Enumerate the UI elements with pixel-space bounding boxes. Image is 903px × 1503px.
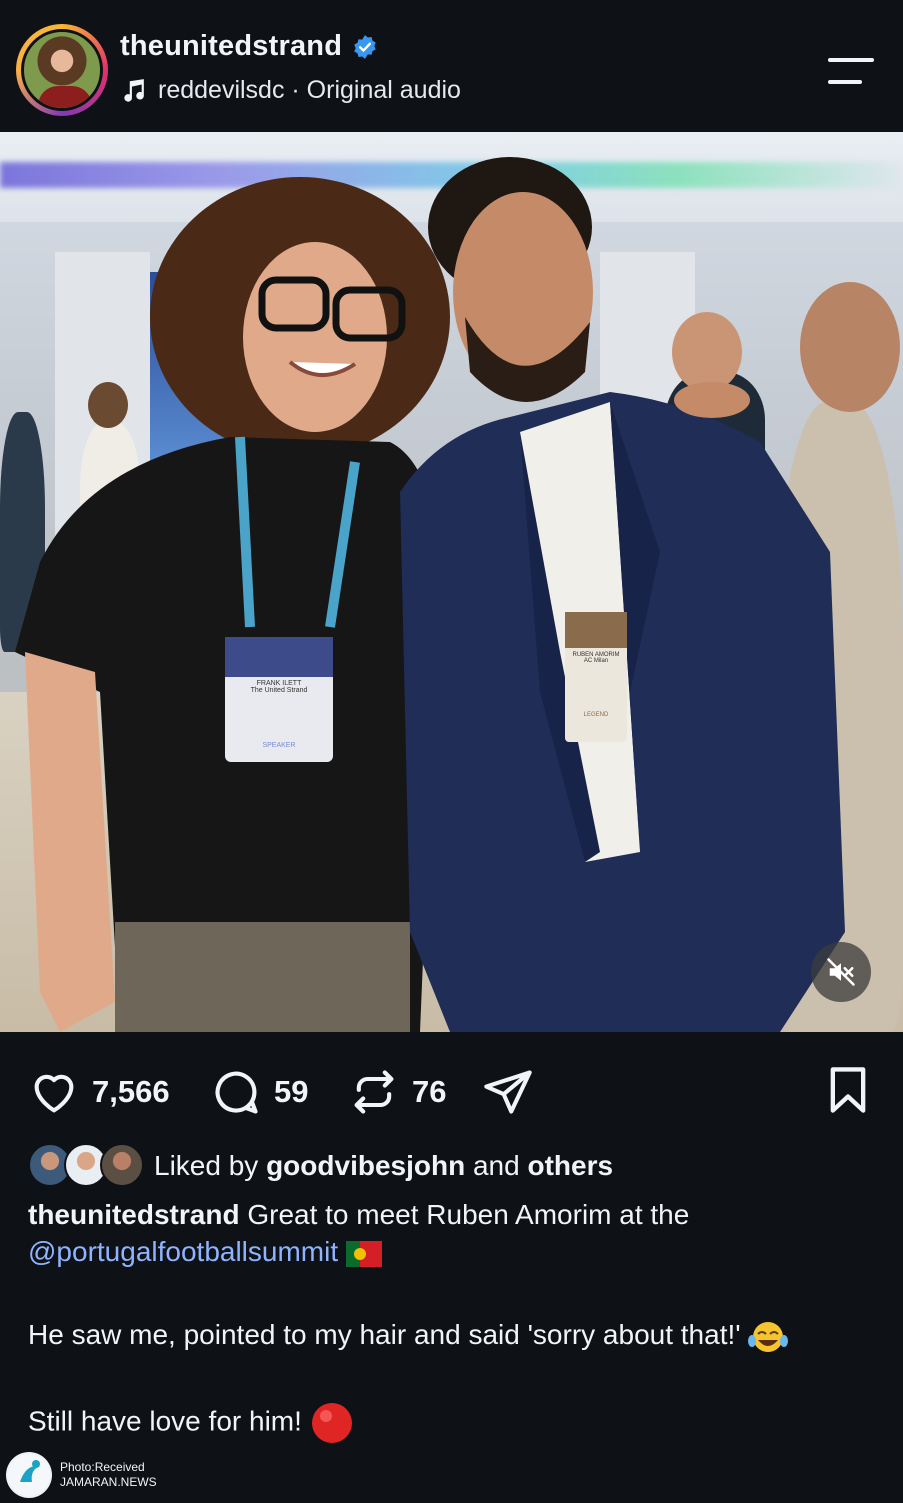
share-button[interactable] xyxy=(482,1066,534,1118)
post-caption: theunitedstrand Great to meet Ruben Amor… xyxy=(28,1196,878,1445)
liker-avatars xyxy=(28,1143,144,1189)
action-bar: 7,566 59 76 xyxy=(0,1040,903,1140)
repost-count: 76 xyxy=(412,1074,447,1109)
profile-avatar[interactable] xyxy=(16,24,108,116)
liked-by-others[interactable]: others xyxy=(527,1150,613,1181)
like-button[interactable]: 7,566 xyxy=(28,1066,170,1118)
liked-by-user[interactable]: goodvibesjohn xyxy=(266,1150,465,1181)
caption-paragraph-3: Still have love for him! xyxy=(28,1405,302,1436)
audio-row[interactable]: reddevilsdc · Original audio xyxy=(120,76,461,105)
post-photo[interactable]: FRANK ILETT The United Strand SPEAKER RU… xyxy=(0,132,903,1032)
post-header: theunitedstrand reddevilsdc · Original a… xyxy=(0,0,903,132)
bookmark-icon[interactable] xyxy=(822,1064,874,1116)
liker-avatar xyxy=(100,1143,144,1187)
caption-paragraph-2: He saw me, pointed to my hair and said '… xyxy=(28,1319,741,1350)
heart-icon xyxy=(34,1074,74,1113)
repost-icon xyxy=(354,1070,394,1114)
speaker-muted-icon xyxy=(827,958,855,986)
guest-badge-role: LEGEND xyxy=(583,712,609,718)
watermark-line1: Photo:Received xyxy=(60,1460,145,1474)
caption-text: Great to meet Ruben Amorim at the xyxy=(239,1199,690,1230)
repost-button[interactable]: 76 xyxy=(348,1066,446,1118)
red-circle-icon xyxy=(311,1402,352,1443)
username[interactable]: theunitedstrand xyxy=(120,30,342,63)
menu-icon[interactable] xyxy=(826,54,878,88)
send-icon xyxy=(484,1070,532,1114)
guest-badge: RUBEN AMORIM AC Milan LEGEND xyxy=(567,652,625,718)
like-count: 7,566 xyxy=(92,1074,170,1109)
verified-badge-icon xyxy=(354,34,376,59)
liked-by-text: Liked by goodvibesjohn and others xyxy=(154,1150,614,1181)
speaker-badge-role: SPEAKER xyxy=(262,742,296,749)
photo-people xyxy=(15,157,845,1032)
comment-count: 59 xyxy=(274,1074,309,1109)
watermark: Photo:Received JAMARAN.NEWS xyxy=(6,1452,157,1498)
music-note-icon xyxy=(124,78,144,102)
username-row: theunitedstrand xyxy=(120,30,378,63)
watermark-line2: JAMARAN.NEWS xyxy=(60,1475,157,1489)
caption-mention[interactable]: @portugalfootballsummit xyxy=(28,1236,338,1267)
audio-label: reddevilsdc · Original audio xyxy=(158,76,461,104)
speaker-badge-name: FRANK ILETT xyxy=(256,680,302,687)
speaker-badge: FRANK ILETT The United Strand SPEAKER xyxy=(228,680,330,749)
guest-badge-club: AC Milan xyxy=(583,658,609,664)
caption-author[interactable]: theunitedstrand xyxy=(28,1199,240,1230)
mute-button[interactable] xyxy=(811,942,871,1002)
portugal-flag-icon xyxy=(345,1240,382,1267)
laughing-tears-icon xyxy=(748,1321,789,1352)
avatar-image xyxy=(21,29,103,111)
comment-button[interactable]: 59 xyxy=(210,1066,308,1118)
jamaran-logo-icon xyxy=(6,1452,52,1498)
comment-icon xyxy=(215,1071,258,1114)
liked-by-row[interactable]: Liked by goodvibesjohn and others xyxy=(28,1143,613,1189)
speaker-badge-org: The United Strand xyxy=(250,687,308,694)
